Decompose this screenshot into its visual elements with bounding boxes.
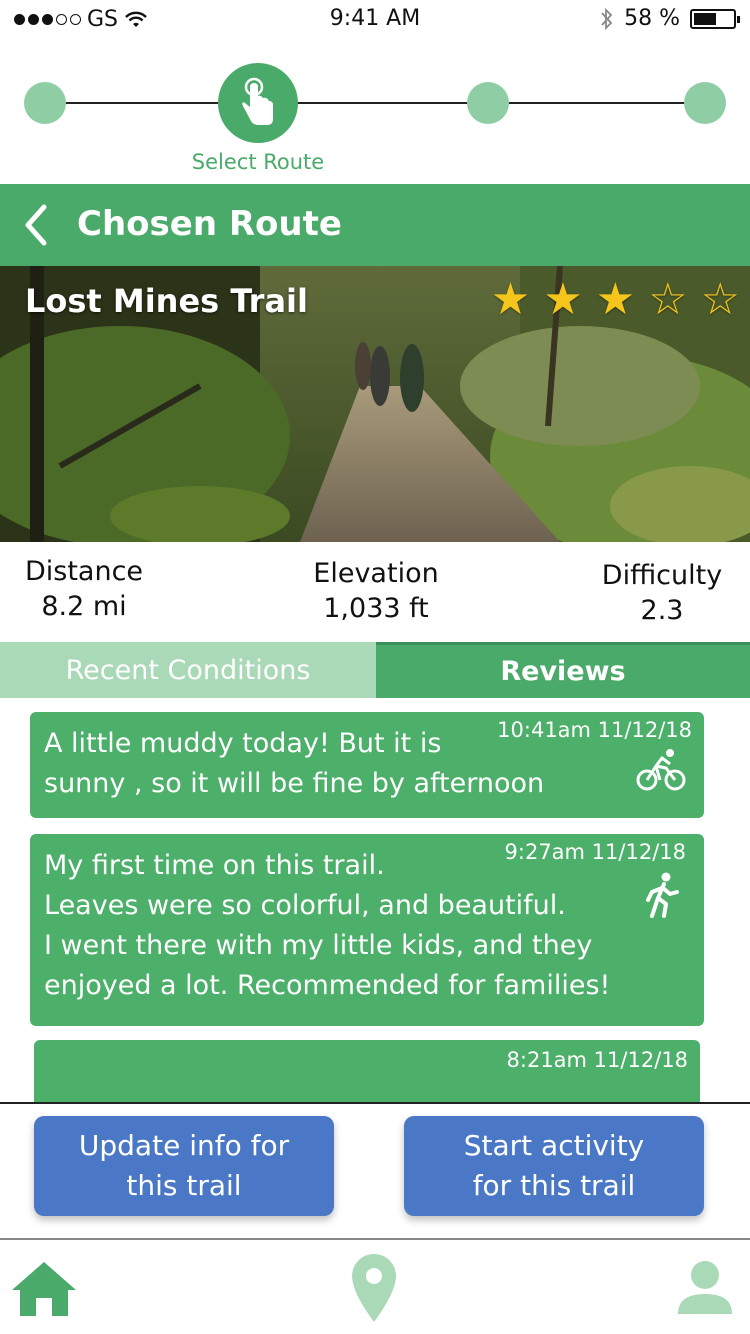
star-filled-icon[interactable]: ★: [543, 278, 582, 322]
chevron-left-icon: [25, 204, 47, 246]
trail-photo: Lost Mines Trail ★ ★ ★ ☆ ☆: [0, 266, 750, 542]
step-2-active[interactable]: [218, 63, 298, 143]
divider: [0, 1102, 750, 1104]
review-card[interactable]: 8:21am 11/12/18: [34, 1040, 700, 1102]
step-1[interactable]: [24, 82, 66, 124]
star-empty-icon[interactable]: ☆: [701, 278, 740, 322]
star-empty-icon[interactable]: ☆: [648, 278, 687, 322]
tap-hand-icon: [242, 77, 273, 125]
stat-distance: Distance 8.2 mi: [14, 556, 154, 622]
progress-stepper: Select Route: [0, 60, 750, 180]
review-text: My first time on this trail. Leaves were…: [44, 850, 611, 1001]
bluetooth-icon: [601, 7, 613, 30]
back-button[interactable]: [22, 200, 62, 250]
bicycle-icon: [636, 749, 686, 791]
step-3[interactable]: [467, 82, 509, 124]
bottom-nav: [0, 1238, 750, 1334]
distance-value: 8.2 mi: [41, 591, 127, 622]
tab-recent-conditions[interactable]: Recent Conditions: [0, 642, 376, 698]
stat-difficulty: Difficulty 2.3: [586, 560, 738, 626]
step-4[interactable]: [684, 82, 726, 124]
step-label: Select Route: [191, 150, 325, 174]
review-timestamp: 10:41am 11/12/18: [497, 718, 692, 742]
start-activity-button[interactable]: Start activity for this trail: [404, 1116, 704, 1216]
nav-home[interactable]: [10, 1258, 78, 1322]
review-timestamp: 8:21am 11/12/18: [506, 1048, 688, 1072]
difficulty-label: Difficulty: [601, 560, 723, 591]
battery-icon: [690, 8, 740, 29]
review-card[interactable]: A little muddy today! But it is sunny , …: [30, 712, 704, 818]
stepper-line: [45, 102, 705, 104]
home-icon: [12, 1262, 76, 1316]
status-bar: GS 9:41 AM 58 %: [0, 0, 750, 40]
profile-icon: [678, 1261, 732, 1314]
map-pin-icon: [352, 1254, 396, 1322]
elevation-value: 1,033 ft: [323, 593, 429, 624]
hiker-icon: [646, 872, 679, 918]
trail-stats: Distance 8.2 mi Elevation 1,033 ft Diffi…: [0, 542, 750, 642]
tab-bar: Recent Conditions Reviews: [0, 642, 750, 698]
difficulty-value: 2.3: [640, 595, 684, 626]
star-filled-icon[interactable]: ★: [596, 278, 635, 322]
review-timestamp: 9:27am 11/12/18: [504, 840, 686, 864]
update-info-button[interactable]: Update info for this trail: [34, 1116, 334, 1216]
stat-elevation: Elevation 1,033 ft: [296, 558, 456, 624]
nav-map[interactable]: [348, 1252, 400, 1328]
star-rating[interactable]: ★ ★ ★ ☆ ☆: [491, 278, 740, 322]
nav-profile[interactable]: [676, 1260, 734, 1320]
tab-reviews[interactable]: Reviews: [376, 642, 750, 698]
star-filled-icon[interactable]: ★: [491, 278, 530, 322]
review-card[interactable]: My first time on this trail. Leaves were…: [30, 834, 704, 1026]
trail-name: Lost Mines Trail: [25, 282, 308, 320]
page-title: Chosen Route: [77, 204, 342, 244]
elevation-label: Elevation: [313, 558, 439, 589]
status-right: 58 %: [600, 6, 740, 31]
reviews-list[interactable]: A little muddy today! But it is sunny , …: [0, 698, 750, 1102]
distance-label: Distance: [24, 556, 144, 587]
battery-percent: 58 %: [624, 6, 680, 31]
page-header: Chosen Route: [0, 184, 750, 266]
